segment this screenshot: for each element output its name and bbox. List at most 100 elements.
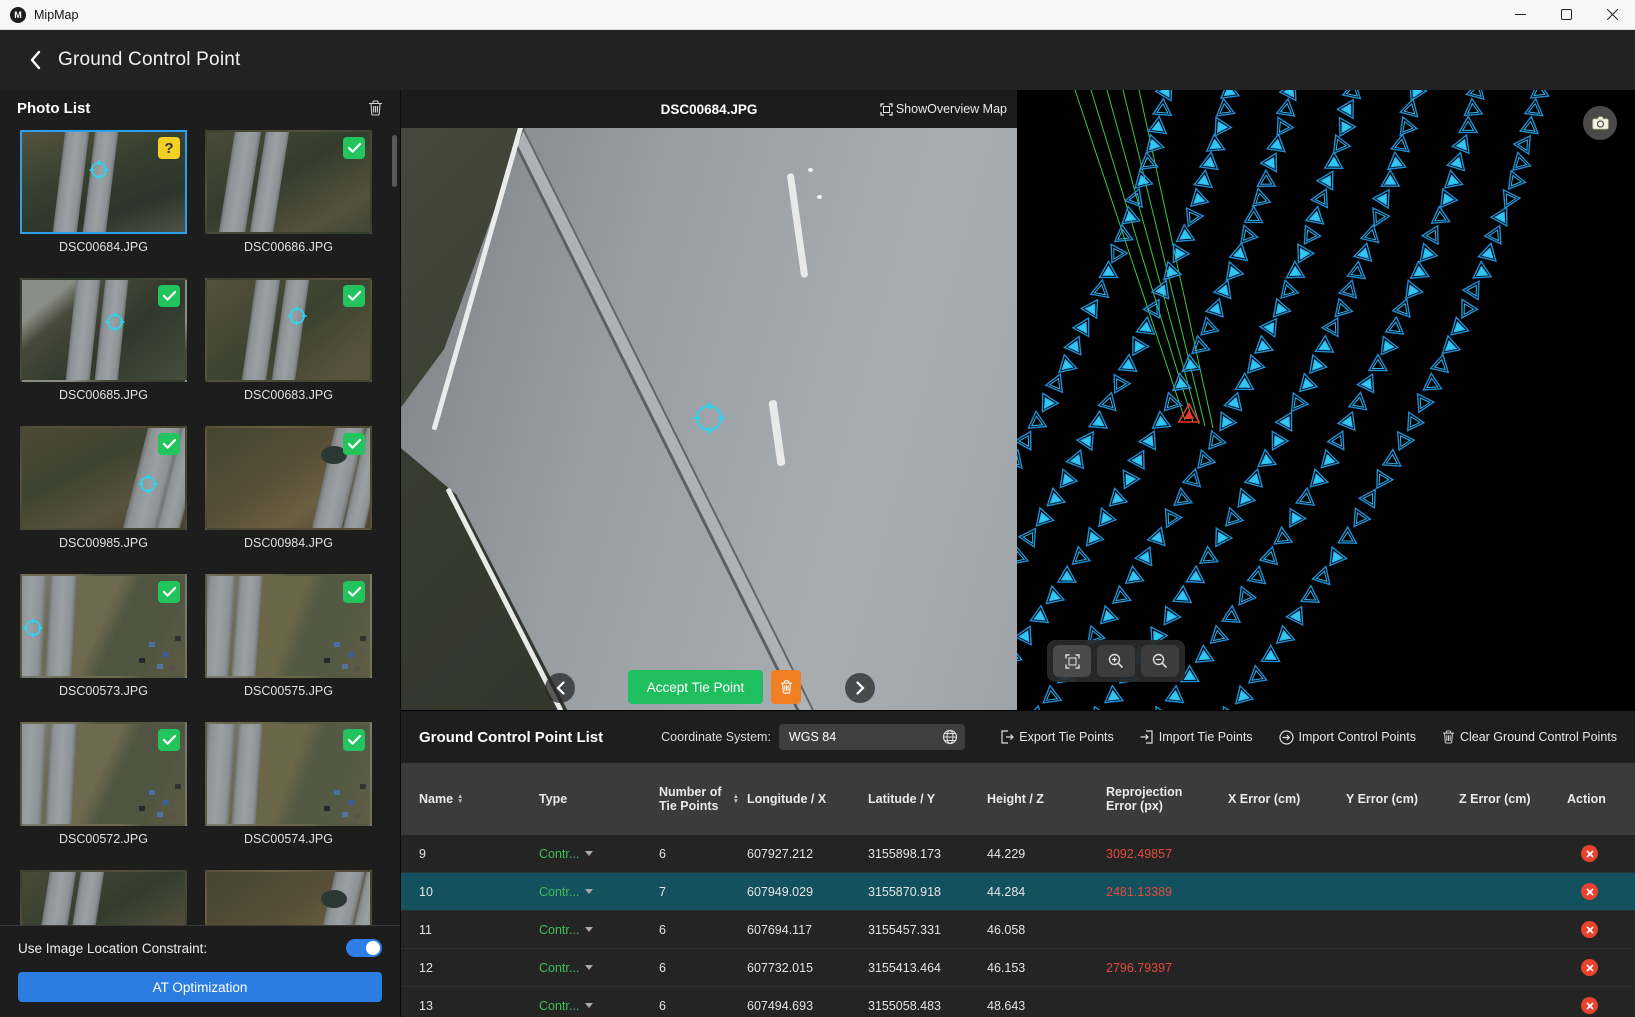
photo-filename: DSC00573.JPG (20, 684, 187, 698)
photo-viewer-canvas[interactable]: Accept Tie Point (401, 128, 1017, 710)
gcp-row-10[interactable]: 10Contr...7607949.0293155870.91844.28424… (401, 873, 1635, 911)
photo-thumb-partial-11[interactable] (205, 870, 372, 925)
chevron-down-icon (585, 965, 593, 970)
gcp-tie-point-count: 6 (659, 961, 747, 975)
delete-gcp-button[interactable] (1581, 845, 1598, 862)
previous-photo-button[interactable] (545, 673, 575, 703)
gcp-name: 13 (419, 999, 539, 1013)
clear-ground-control-points-button[interactable]: Clear Ground Control Points (1442, 730, 1617, 744)
coordinate-system-label: Coordinate System: (661, 730, 771, 744)
zoom-in-button[interactable] (1097, 645, 1135, 677)
import-icon (1140, 730, 1154, 744)
gcp-tie-point-count: 6 (659, 923, 747, 937)
gcp-row-12[interactable]: 12Contr...6607732.0153155413.46446.15327… (401, 949, 1635, 987)
photo-thumb-DSC00686.JPG[interactable]: DSC00686.JPG (205, 130, 372, 278)
crosshair-icon (88, 159, 110, 181)
column-header-reprojection-error-px-: Reprojection Error (px) (1106, 785, 1228, 813)
gcp-latitude: 3155058.483 (868, 999, 987, 1013)
gcp-table-header: Name▲▼TypeNumber of Tie Points▲▼Longitud… (401, 763, 1635, 835)
photo-list-title: Photo List (17, 100, 90, 117)
photo-list-scrollbar[interactable] (392, 135, 397, 187)
photo-filename: DSC00984.JPG (205, 536, 372, 550)
zoom-out-button[interactable] (1141, 645, 1179, 677)
photo-thumb-DSC00684.JPG[interactable]: ? DSC00684.JPG (20, 130, 187, 278)
delete-gcp-button[interactable] (1581, 921, 1598, 938)
globe-icon[interactable] (942, 729, 958, 745)
zoom-out-icon (1152, 653, 1168, 669)
gcp-type-select[interactable]: Contr... (539, 999, 659, 1013)
gcp-height: 44.229 (987, 847, 1106, 861)
gcp-row-9[interactable]: 9Contr...6607927.2123155898.17344.229309… (401, 835, 1635, 873)
column-header-latitude-y: Latitude / Y (868, 792, 987, 806)
column-header-z-error-cm-: Z Error (cm) (1459, 792, 1567, 806)
app-logo-icon: M (10, 7, 26, 23)
gcp-type-select[interactable]: Contr... (539, 961, 659, 975)
photo-thumbnail-image (20, 870, 187, 925)
accept-tie-point-button[interactable]: Accept Tie Point (628, 670, 763, 704)
check-icon (158, 581, 180, 603)
import-tie-points-button[interactable]: Import Tie Points (1140, 730, 1253, 744)
gcp-table-body: 9Contr...6607927.2123155898.17344.229309… (401, 835, 1635, 1017)
photo-thumb-partial-10[interactable] (20, 870, 187, 925)
photo-thumbnail-image (20, 574, 187, 678)
constraint-label: Use Image Location Constraint: (18, 941, 207, 956)
column-header-number-of-tie-points[interactable]: Number of Tie Points▲▼ (659, 785, 747, 813)
column-header-name[interactable]: Name▲▼ (419, 792, 539, 806)
delete-tie-point-button[interactable] (771, 670, 801, 704)
photo-thumb-DSC00685.JPG[interactable]: DSC00685.JPG (20, 278, 187, 426)
photo-filename: DSC00985.JPG (20, 536, 187, 550)
trash-icon (780, 680, 793, 694)
photo-thumb-DSC00984.JPG[interactable]: DSC00984.JPG (205, 426, 372, 574)
question-icon: ? (158, 137, 180, 159)
photo-thumb-DSC00575.JPG[interactable]: DSC00575.JPG (205, 574, 372, 722)
photo-thumb-DSC00683.JPG[interactable]: DSC00683.JPG (205, 278, 372, 426)
chevron-down-icon (585, 889, 593, 894)
check-icon (343, 729, 365, 751)
delete-gcp-button[interactable] (1581, 883, 1598, 900)
gcp-height: 44.284 (987, 885, 1106, 899)
at-optimization-button[interactable]: AT Optimization (18, 972, 382, 1002)
photo-thumbnail-image (205, 426, 372, 530)
fit-view-button[interactable] (1053, 645, 1091, 677)
trash-icon[interactable] (364, 97, 386, 119)
chevron-down-icon (585, 851, 593, 856)
crosshair-icon (104, 311, 126, 333)
check-icon (158, 433, 180, 455)
photo-thumb-DSC00573.JPG[interactable]: DSC00573.JPG (20, 574, 187, 722)
gcp-reprojection-error: 2796.79397 (1106, 961, 1228, 975)
screenshot-camera-button[interactable] (1583, 106, 1617, 140)
page-header: Ground Control Point (0, 30, 1635, 90)
photo-thumbnail-image: ? (20, 130, 187, 234)
chevron-down-icon (585, 1003, 593, 1008)
back-button[interactable] (22, 47, 48, 73)
coordinate-system-input[interactable] (779, 724, 965, 750)
sparse-3d-view[interactable] (1017, 90, 1635, 710)
photo-thumb-DSC00574.JPG[interactable]: DSC00574.JPG (205, 722, 372, 870)
crosshair-icon (137, 473, 159, 495)
delete-gcp-button[interactable] (1581, 997, 1598, 1014)
gcp-list-title: Ground Control Point List (419, 729, 603, 746)
minimize-button[interactable] (1497, 0, 1543, 29)
photo-filename: DSC00684.JPG (20, 240, 187, 254)
crosshair-icon (689, 398, 729, 438)
column-header-x-error-cm-: X Error (cm) (1228, 792, 1346, 806)
photo-thumbnail-image (205, 130, 372, 234)
delete-gcp-button[interactable] (1581, 959, 1598, 976)
gcp-type-select[interactable]: Contr... (539, 923, 659, 937)
gcp-type-select[interactable]: Contr... (539, 847, 659, 861)
show-overview-map-button[interactable]: ShowOverview Map (880, 90, 1007, 128)
check-icon (343, 285, 365, 307)
import-control-points-button[interactable]: Import Control Points (1279, 730, 1416, 745)
export-tie-points-button[interactable]: Export Tie Points (1000, 730, 1114, 744)
photo-thumb-DSC00572.JPG[interactable]: DSC00572.JPG (20, 722, 187, 870)
frame-icon (880, 103, 893, 116)
maximize-button[interactable] (1543, 0, 1589, 29)
photo-thumb-DSC00985.JPG[interactable]: DSC00985.JPG (20, 426, 187, 574)
gcp-row-13[interactable]: 13Contr...6607494.6933155058.48348.643 (401, 987, 1635, 1017)
close-button[interactable] (1589, 0, 1635, 29)
next-photo-button[interactable] (845, 673, 875, 703)
gcp-type-select[interactable]: Contr... (539, 885, 659, 899)
gcp-row-11[interactable]: 11Contr...6607694.1173155457.33146.058 (401, 911, 1635, 949)
photo-filename: DSC00685.JPG (20, 388, 187, 402)
image-location-constraint-toggle[interactable] (346, 939, 382, 957)
